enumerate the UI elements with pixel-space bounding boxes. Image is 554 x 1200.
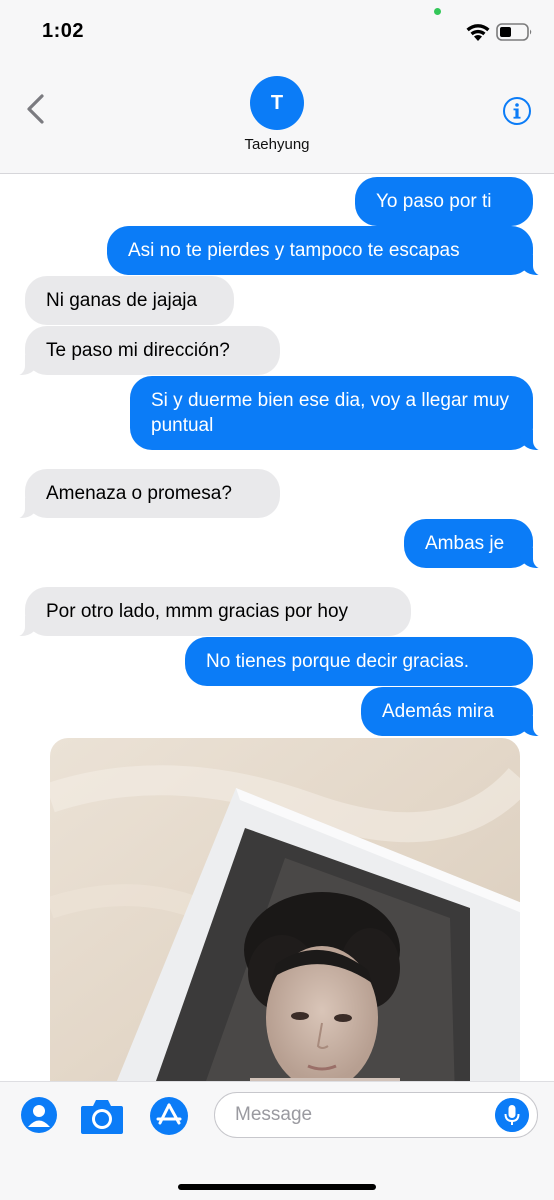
message-bubble-sent[interactable]: Si y duerme bien ese dia, voy a llegar m… [130,376,543,451]
message-text: Ambas je [425,533,505,554]
home-indicator[interactable] [178,1184,376,1190]
message-bubble-sent[interactable]: Asi no te pierdes y tampoco te escapas [107,226,543,276]
message-text: Asi no te pierdes y tampoco te escapas [128,240,460,261]
message-text: Ni ganas de jajaja [46,290,198,311]
privacy-indicator-dot [434,8,441,15]
message-text: Si y duerme bien ese dia, voy a llegar m… [151,390,510,436]
wifi-icon [466,24,490,41]
message-bubble-received[interactable]: Amenaza o promesa? [15,469,280,519]
message-text: No tienes porque decir gracias. [206,651,469,672]
status-bar: 1:02 [0,0,554,64]
status-time: 1:02 [42,20,85,42]
compose-bar: Message [0,1081,554,1200]
message-text: Amenaza o promesa? [46,483,232,504]
contacts-icon[interactable] [20,1096,58,1134]
info-icon[interactable] [502,96,532,126]
message-bubble-sent[interactable]: No tienes porque decir gracias. [185,637,533,686]
message-bubble-sent[interactable]: Además mira [361,687,543,737]
message-text: Por otro lado, mmm gracias por hoy [46,601,349,622]
message-input[interactable]: Message [214,1092,538,1138]
avatar-initial: T [270,91,284,114]
microphone-icon[interactable] [495,1098,529,1132]
camera-icon[interactable] [79,1096,125,1136]
message-bubble-received[interactable]: Ni ganas de jajaja [25,276,234,325]
message-text: Te paso mi dirección? [46,340,230,361]
message-bubble-sent[interactable]: Ambas je [404,519,543,569]
message-bubble-sent[interactable]: Yo paso por ti [355,177,533,226]
conversation-header: T Taehyung [0,64,554,174]
message-text: Además mira [382,701,494,722]
contact-avatar[interactable]: T [250,76,304,130]
contact-name[interactable]: Taehyung [0,136,554,153]
battery-icon [496,23,532,41]
app-store-icon[interactable] [149,1096,189,1136]
back-chevron-icon[interactable] [22,92,50,126]
message-text: Yo paso por ti [376,191,492,212]
message-bubble-received[interactable]: Por otro lado, mmm gracias por hoy [15,587,411,637]
message-bubble-received[interactable]: Te paso mi dirección? [15,326,280,376]
message-thread[interactable]: Yo paso por ti Asi no te pierdes y tampo… [0,175,554,1081]
photo-attachment[interactable] [50,738,520,1081]
message-placeholder: Message [235,1104,313,1125]
